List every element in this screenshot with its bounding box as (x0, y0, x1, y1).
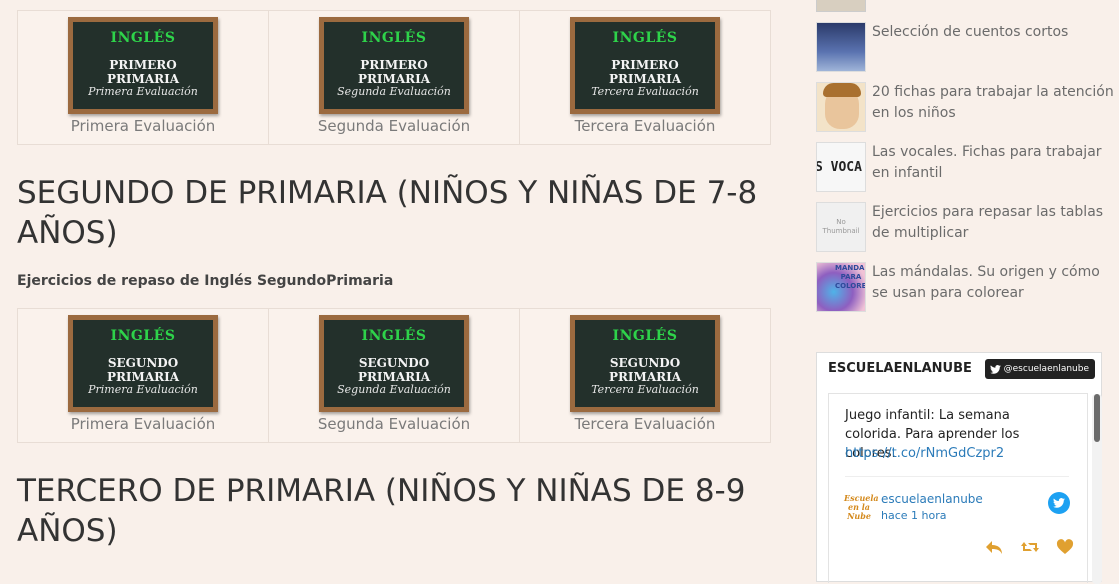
twitter-follow-handle: @escuelaenlanube (1003, 364, 1089, 374)
board-subject: INGLÉS (361, 328, 427, 344)
twitter-logo-icon[interactable] (1048, 492, 1070, 514)
twitter-bird-icon (1053, 498, 1065, 508)
recent-post[interactable]: No Thumbnail Ejercicios para repasar las… (816, 202, 1119, 252)
worksheet-caption[interactable]: Segunda Evaluación (269, 415, 519, 433)
board-grade: SEGUNDO PRIMARIA (608, 356, 682, 384)
board-grade: PRIMERO PRIMARIA (608, 58, 682, 86)
recent-post[interactable]: S VOCA Las vocales. Fichas para trabajar… (816, 142, 1119, 192)
mandala-thumb[interactable]: MANDALAS PARA COLOREAR (816, 262, 866, 312)
night-sky-thumb[interactable] (816, 22, 866, 72)
board-subject: INGLÉS (612, 30, 678, 46)
chalkboard-image[interactable]: INGLÉS SEGUNDO PRIMARIA Tercera Evaluaci… (570, 315, 720, 412)
worksheet-cell[interactable]: INGLÉS SEGUNDO PRIMARIA Primera Evaluaci… (18, 309, 269, 442)
chalkboard-image[interactable]: INGLÉS PRIMERO PRIMARIA Segunda Evaluaci… (319, 17, 469, 114)
section-heading-tercero: TERCERO DE PRIMARIA (NIÑOS Y NIÑAS DE 8-… (17, 473, 746, 549)
post-title[interactable]: 20 fichas para trabajar la atención en l… (872, 82, 1119, 124)
board-term: Tercera Evaluación (591, 383, 699, 396)
board-term: Segunda Evaluación (337, 85, 451, 98)
chalkboard-image[interactable]: INGLÉS SEGUNDO PRIMARIA Segunda Evaluaci… (319, 315, 469, 412)
twitter-widget-title[interactable]: ESCUELAENLANUBE (828, 361, 972, 376)
post-title[interactable]: Las vocales. Fichas para trabajar en inf… (872, 142, 1119, 184)
post-title[interactable]: Selección de cuentos cortos (872, 22, 1119, 43)
recent-post[interactable]: MANDALAS PARA COLOREAR Las mándalas. Su … (816, 262, 1119, 312)
tweet-link[interactable]: https://t.co/rNmGdCzpr2 (845, 446, 1004, 461)
worksheet-caption[interactable]: Primera Evaluación (18, 117, 268, 135)
chalkboard-image[interactable]: INGLÉS SEGUNDO PRIMARIA Primera Evaluaci… (68, 315, 218, 412)
board-term: Tercera Evaluación (591, 85, 699, 98)
worksheet-cell[interactable]: INGLÉS SEGUNDO PRIMARIA Tercera Evaluaci… (520, 309, 770, 442)
worksheet-cell[interactable]: INGLÉS PRIMERO PRIMARIA Tercera Evaluaci… (520, 11, 770, 144)
board-term: Primera Evaluación (88, 383, 198, 396)
board-term: Primera Evaluación (88, 85, 198, 98)
board-subject: INGLÉS (110, 30, 176, 46)
worksheet-cell[interactable]: INGLÉS PRIMERO PRIMARIA Primera Evaluaci… (18, 11, 269, 144)
vocales-thumb[interactable]: S VOCA (816, 142, 866, 192)
worksheet-caption[interactable]: Primera Evaluación (18, 415, 268, 433)
board-grade: PRIMERO PRIMARIA (357, 58, 431, 86)
twitter-follow-button[interactable]: @escuelaenlanube (984, 359, 1095, 379)
worksheet-cell[interactable]: INGLÉS PRIMERO PRIMARIA Segunda Evaluaci… (269, 11, 520, 144)
retweet-icon[interactable] (1020, 539, 1040, 555)
no-thumbnail[interactable]: No Thumbnail (816, 202, 866, 252)
twitter-bird-icon (989, 364, 1001, 374)
board-grade: SEGUNDO PRIMARIA (106, 356, 180, 384)
tweet-divider (845, 476, 1069, 477)
worksheet-grid-primero: INGLÉS PRIMERO PRIMARIA Primera Evaluaci… (17, 10, 771, 145)
board-term: Segunda Evaluación (337, 383, 451, 396)
post-title[interactable]: Ejercicios para repasar las tablas de mu… (872, 202, 1119, 244)
mandala-thumb-text: MANDALAS PARA COLOREAR (835, 264, 866, 290)
worksheet-cell[interactable]: INGLÉS SEGUNDO PRIMARIA Segunda Evaluaci… (269, 309, 520, 442)
no-thumbnail-text: No Thumbnail (822, 218, 860, 235)
board-subject: INGLÉS (612, 328, 678, 344)
main-content: INGLÉS PRIMERO PRIMARIA Primera Evaluaci… (0, 0, 800, 573)
chalkboard-image[interactable]: INGLÉS PRIMERO PRIMARIA Tercera Evaluaci… (570, 17, 720, 114)
recent-post[interactable]: Selección de cuentos cortos (816, 22, 1119, 72)
board-grade: PRIMERO PRIMARIA (106, 58, 180, 86)
avatar-logo-text: Escuela en la Nube (844, 493, 879, 521)
section-subheading: Ejercicios de repaso de Inglés SegundoPr… (17, 273, 394, 289)
tweet-timestamp[interactable]: hace 1 hora (881, 509, 946, 522)
timeline-scrollbar-thumb[interactable] (1094, 394, 1100, 442)
sidebar: Selección de cuentos cortos 20 fichas pa… (816, 0, 1119, 584)
board-subject: INGLÉS (110, 328, 176, 344)
worksheet-caption[interactable]: Tercera Evaluación (520, 415, 770, 433)
tweet-card: Juego infantil: La semana colorida. Para… (828, 393, 1088, 583)
user-avatar[interactable]: Escuela en la Nube (844, 494, 879, 521)
recent-post[interactable]: 20 fichas para trabajar la atención en l… (816, 82, 1119, 132)
board-subject: INGLÉS (361, 30, 427, 46)
twitter-timeline-widget: ESCUELAENLANUBE @escuelaenlanube Juego i… (816, 352, 1102, 584)
tweet-actions (984, 539, 1074, 555)
section-heading-segundo: SEGUNDO DE PRIMARIA (NIÑOS Y NIÑAS DE 7-… (17, 175, 758, 251)
child-face-thumb[interactable] (816, 82, 866, 132)
like-heart-icon[interactable] (1056, 539, 1074, 555)
vocales-thumb-text: S VOCA (816, 160, 862, 175)
tweet-username[interactable]: escuelaenlanube (881, 492, 983, 506)
post-title[interactable]: Las mándalas. Su origen y cómo se usan p… (872, 262, 1119, 304)
board-grade: SEGUNDO PRIMARIA (357, 356, 431, 384)
partial-thumbnail[interactable] (816, 0, 866, 12)
chalkboard-image[interactable]: INGLÉS PRIMERO PRIMARIA Primera Evaluaci… (68, 17, 218, 114)
worksheet-grid-segundo: INGLÉS SEGUNDO PRIMARIA Primera Evaluaci… (17, 308, 771, 443)
worksheet-caption[interactable]: Segunda Evaluación (269, 117, 519, 135)
worksheet-caption[interactable]: Tercera Evaluación (520, 117, 770, 135)
reply-icon[interactable] (984, 539, 1004, 555)
